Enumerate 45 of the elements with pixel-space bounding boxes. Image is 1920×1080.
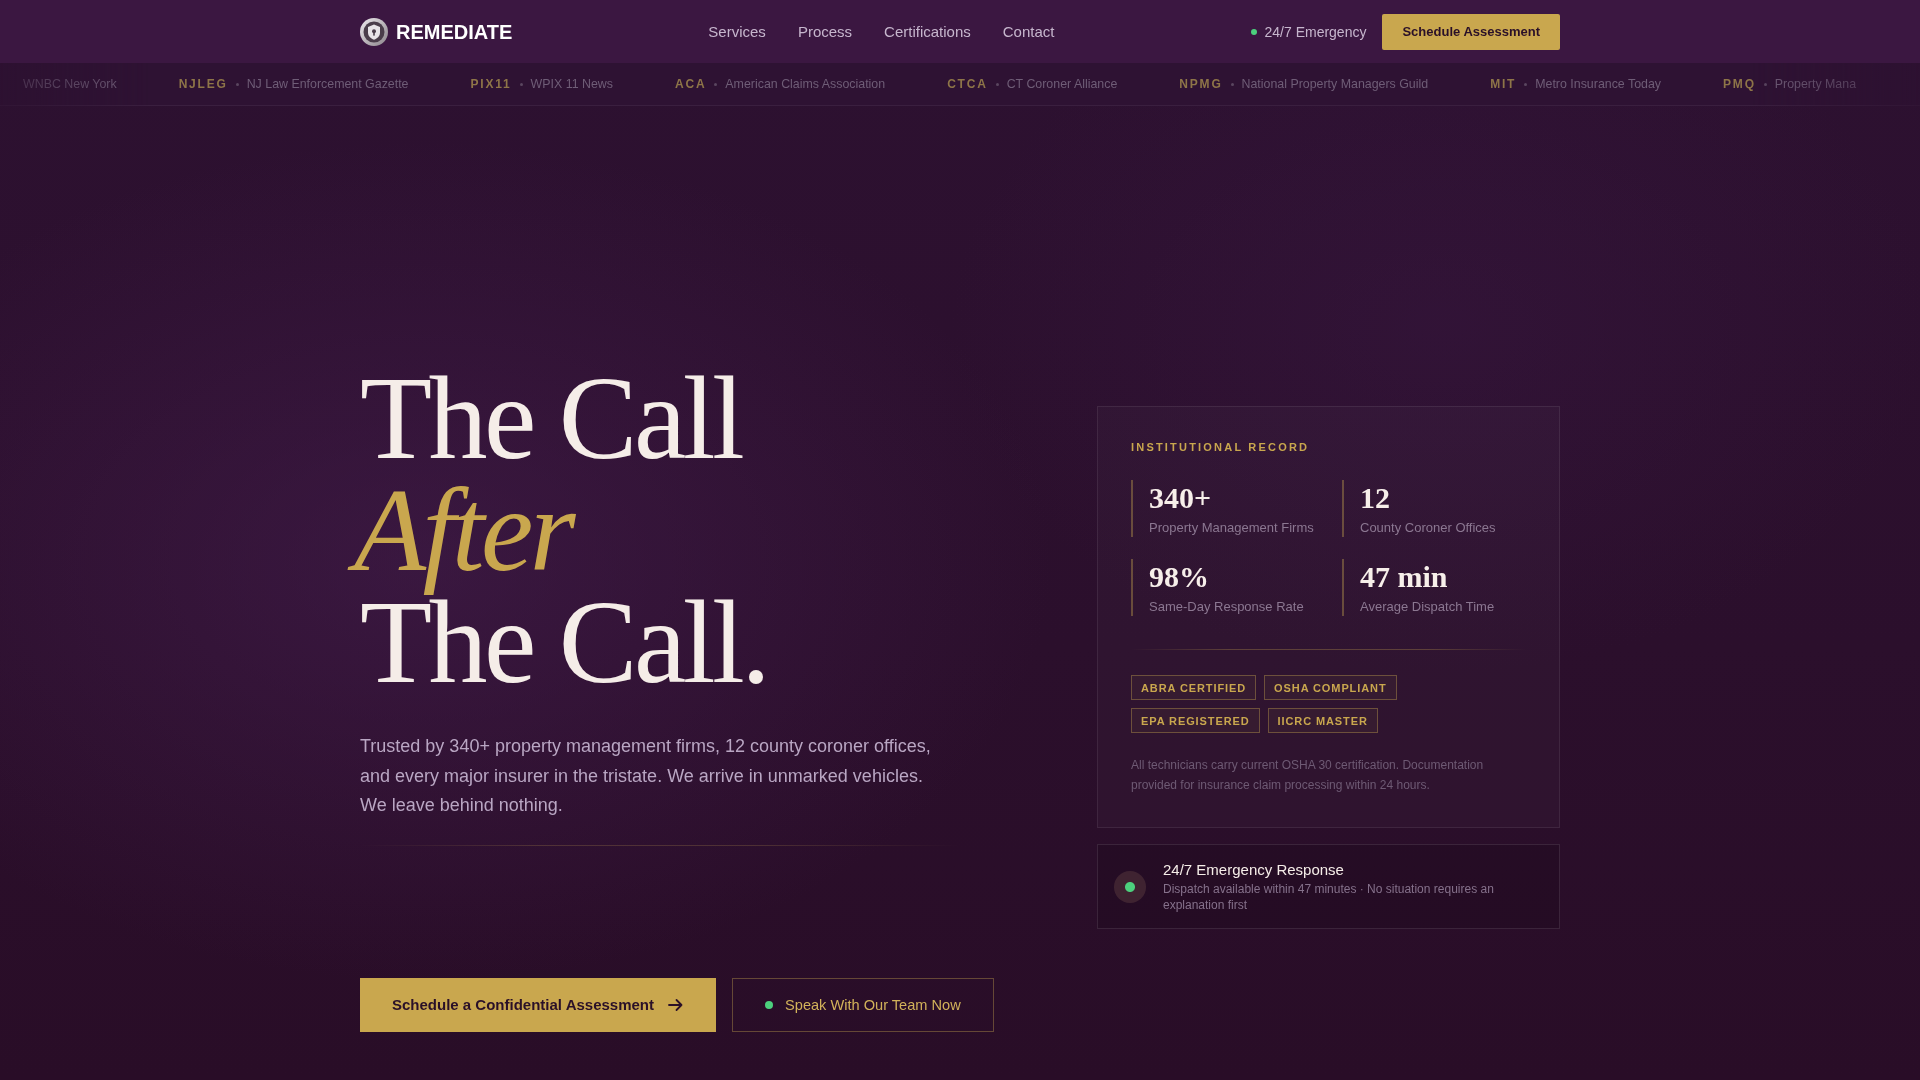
ticker-abbreviation: PMQ (1723, 76, 1756, 92)
nav-link[interactable]: Process (797, 21, 853, 42)
ticker-source-name: WPIX 11 News (530, 76, 613, 92)
nav-link[interactable]: Contact (1002, 21, 1055, 42)
status-dot-icon (1250, 28, 1257, 35)
ticker-abbreviation: CTCA (947, 76, 988, 92)
ticker-abbreviation: PIX11 (470, 76, 512, 92)
hero-title: The Call After The Call. (338, 363, 768, 699)
stat-label: Same-Day Response Rate (1149, 598, 1305, 616)
ticker-source-name: Metro Insurance Today (1535, 76, 1662, 92)
status-dot-icon (765, 1000, 774, 1009)
stat-label: Property Management Firms (1149, 519, 1315, 537)
ticker-abbreviation: NPMG (1179, 76, 1223, 92)
ticker-source-name: CT Coroner Alliance (1006, 76, 1118, 92)
ticker-abbreviation: MIT (1490, 76, 1517, 92)
emergency-label: 24/7 Emergency (1264, 22, 1367, 42)
certification-badge: ABRA CERTIFIED (1131, 675, 1257, 700)
speak-with-team-button[interactable]: Speak With Our Team Now (732, 977, 994, 1032)
shield-logo-icon (360, 17, 388, 46)
stat-label: County Coroner Offices (1360, 519, 1497, 537)
certification-badge: IICRC MASTER (1267, 708, 1378, 733)
certification-badge: OSHA COMPLIANT (1264, 675, 1397, 700)
stat-value: 12 (1360, 480, 1391, 516)
schedule-assessment-button[interactable]: Schedule Assessment (1382, 13, 1560, 50)
emergency-description: Dispatch available within 47 minutes · No situation requires an explanation first (1163, 881, 1495, 913)
arrow-right-icon (668, 997, 684, 1012)
stat-label: Average Dispatch Time (1360, 598, 1496, 616)
nav-link[interactable]: Services (708, 21, 766, 42)
status-dot-icon (1114, 870, 1146, 903)
emergency-title: 24/7 Emergency Response (1163, 860, 1345, 880)
nav-link[interactable]: Certifications (884, 21, 971, 42)
card-heading: INSTITUTIONAL RECORD (1131, 440, 1311, 455)
ticker-abbreviation: ACA (674, 76, 707, 92)
ticker-source-name: National Property Managers Guild (1241, 76, 1429, 92)
stat-value: 340+ (1149, 480, 1213, 516)
schedule-confidential-assessment-button[interactable]: Schedule a Confidential Assessment (360, 977, 717, 1032)
certification-note: All technicians carry current OSHA 30 certification. Documentation provided for insurance claim processing within 24 hours. (1131, 757, 1485, 794)
stat-value: 98% (1149, 559, 1210, 595)
stat-value: 47 min (1360, 559, 1449, 595)
brand-logo-link[interactable]: REMEDIATE (360, 17, 513, 46)
ticker-source-name: NJ Law Enforcement Gazette (246, 76, 409, 92)
hero-description: Trusted by 340+ property management firms, 12 county coroner offices, and every major insurer in the tristate. We arrive in unmarked vehicles. We leave behind nothing. (360, 735, 932, 818)
ticker-source-name: American Claims Association (725, 76, 886, 92)
certification-badge: EPA REGISTERED (1131, 708, 1260, 733)
ticker-abbreviation: NJLEG (178, 76, 228, 92)
